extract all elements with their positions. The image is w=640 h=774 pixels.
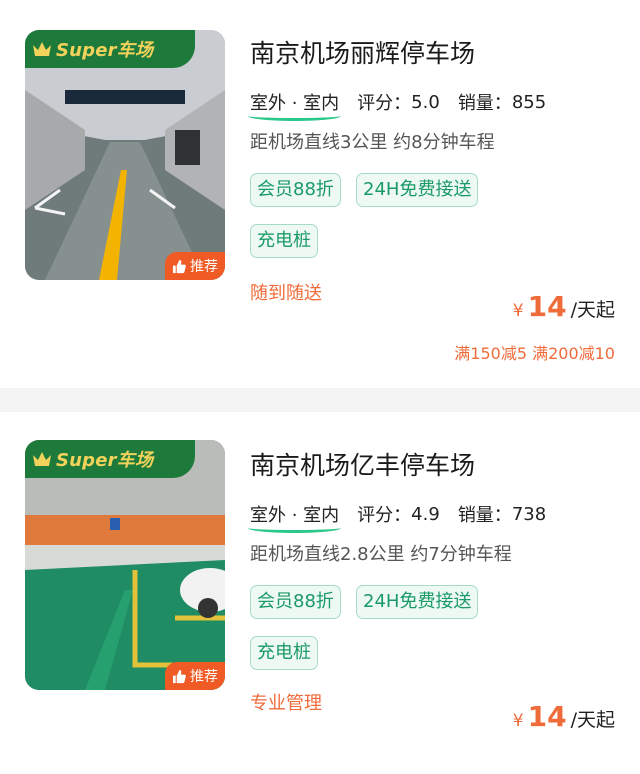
thumbs-up-icon — [172, 259, 186, 273]
rating-value: 4.9 — [411, 503, 440, 525]
distance-info: 距机场直线3公里 约8分钟车程 — [250, 132, 495, 153]
sales-label: 销量： — [457, 505, 512, 526]
tag-charging-pile: 充电桩 — [250, 224, 318, 258]
currency-symbol: ¥ — [512, 301, 524, 321]
parking-card[interactable]: Super车场 推荐 南京机场丽辉停车场 室外 · 室内 评分： 5.0 销量：… — [0, 0, 640, 388]
price-amount: 14 — [527, 290, 567, 323]
thumbs-up-icon — [172, 669, 186, 683]
price-amount: 14 — [527, 700, 567, 733]
service-note: 随到随送 — [250, 283, 322, 304]
crown-icon — [33, 42, 51, 56]
super-badge-label: Super车场 — [56, 450, 154, 471]
recommend-label: 推荐 — [190, 259, 218, 275]
tag-member-discount: 会员88折 — [250, 173, 341, 207]
location-type: 室外 · 室内 — [247, 89, 342, 121]
recommend-badge: 推荐 — [165, 662, 225, 690]
price: ¥ 14 /天起 — [513, 290, 615, 323]
tag-free-shuttle: 24H免费接送 — [356, 173, 479, 207]
tag-free-shuttle: 24H免费接送 — [356, 585, 479, 619]
super-parking-badge: Super车场 — [25, 440, 195, 478]
recommend-badge: 推荐 — [165, 252, 225, 280]
parking-meta: 室外 · 室内 评分： 4.9 销量： 738 — [247, 501, 547, 533]
promo-discounts: 满150减5 满200减10 — [454, 344, 615, 363]
super-parking-badge: Super车场 — [25, 30, 195, 68]
sales-value: 855 — [511, 91, 547, 113]
price-unit: /天起 — [570, 709, 615, 731]
rating-label: 评分： — [357, 93, 412, 114]
sales-label: 销量： — [457, 93, 512, 114]
tag-member-discount: 会员88折 — [250, 585, 341, 619]
price: ¥ 14 /天起 — [513, 700, 615, 733]
parking-name[interactable]: 南京机场亿丰停车场 — [250, 446, 475, 482]
parking-meta: 室外 · 室内 评分： 5.0 销量： 855 — [247, 89, 547, 121]
tag-charging-pile: 充电桩 — [250, 636, 318, 670]
price-unit: /天起 — [570, 299, 615, 321]
crown-icon — [33, 452, 51, 466]
parking-card[interactable]: Super车场 推荐 南京机场亿丰停车场 室外 · 室内 评分： 4.9 销量：… — [0, 412, 640, 774]
parking-name[interactable]: 南京机场丽辉停车场 — [250, 34, 475, 70]
distance-info: 距机场直线2.8公里 约7分钟车程 — [250, 544, 512, 565]
recommend-label: 推荐 — [190, 669, 218, 685]
currency-symbol: ¥ — [512, 711, 524, 731]
location-type: 室外 · 室内 — [247, 501, 342, 533]
sales-value: 738 — [511, 503, 547, 525]
parking-photo[interactable]: Super车场 推荐 — [25, 30, 225, 280]
parking-photo[interactable]: Super车场 推荐 — [25, 440, 225, 690]
rating-label: 评分： — [357, 505, 412, 526]
service-note: 专业管理 — [250, 693, 322, 714]
rating-value: 5.0 — [411, 91, 440, 113]
super-badge-label: Super车场 — [56, 40, 154, 61]
